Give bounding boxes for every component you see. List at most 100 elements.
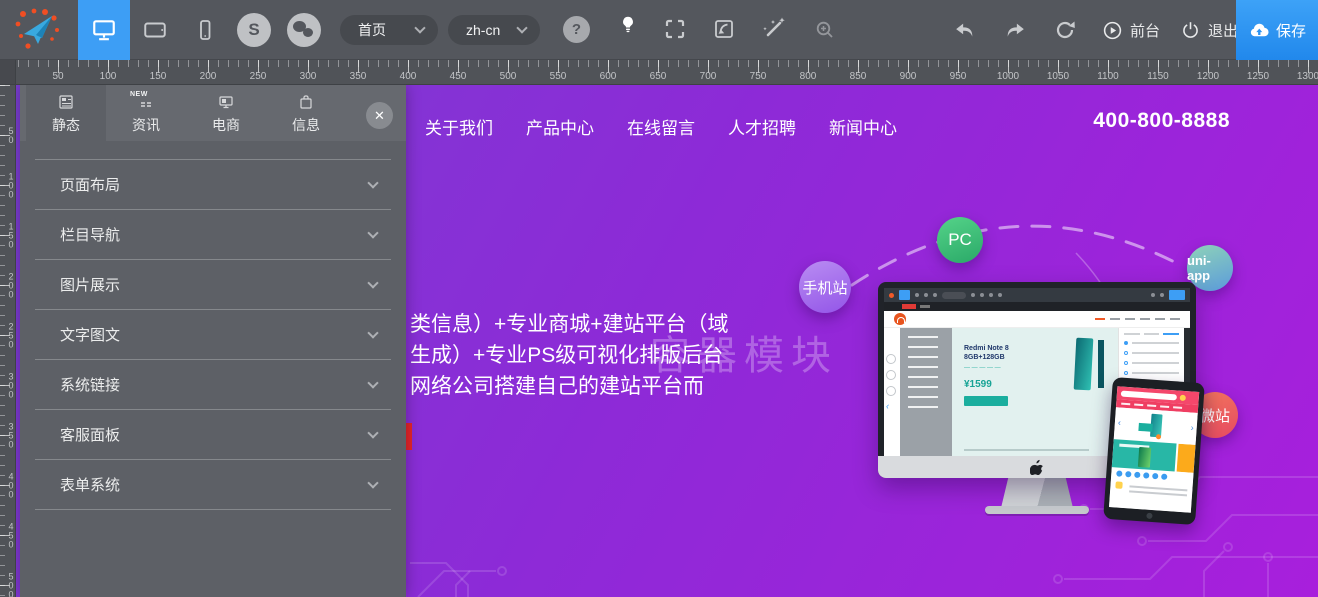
ruler-label: 1150 [1147, 71, 1169, 82]
tab-ecommerce[interactable]: 电商 [186, 85, 266, 141]
panel-section-row[interactable]: 页面布局 [35, 159, 391, 209]
tablet-footer [1109, 479, 1193, 513]
language-select-value: zh-cn [466, 22, 500, 38]
tab-label: 静态 [52, 115, 80, 135]
mini-editor-toolbar [884, 288, 1190, 302]
mini-product-area: Redmi Note 8 8GB+128GB — — — — — ¥1599 [952, 328, 1118, 456]
site-nav-item[interactable]: 人才招聘 [728, 114, 796, 139]
close-icon: ✕ [374, 108, 385, 124]
import-template-button[interactable] [712, 17, 736, 41]
vertical-ruler: 50100150200250300350400450500 [0, 85, 16, 597]
device-tablet-button[interactable] [130, 0, 180, 60]
panel-section-label: 系统链接 [60, 374, 120, 395]
panel-section-row[interactable]: 系统链接 [35, 359, 391, 409]
fullscreen-icon [663, 17, 687, 41]
chevron-down-icon [367, 327, 378, 338]
ruler-label: 950 [950, 71, 967, 82]
panel-section-row[interactable]: 文字图文 [35, 309, 391, 359]
wechat-icon [292, 19, 316, 41]
ruler-label: 450 [450, 71, 467, 82]
ruler-label: 1200 [1197, 71, 1219, 82]
mini-product-image [1074, 338, 1094, 391]
hidden-red-button[interactable] [406, 423, 412, 450]
play-circle-icon [1102, 20, 1123, 41]
panel-section-row[interactable]: 图片展示 [35, 259, 391, 309]
mini-save-button [1169, 290, 1185, 300]
horizontal-ruler: 0501001502002503003504004505005506006507… [0, 60, 1318, 85]
front-site-label: 前台 [1130, 20, 1160, 41]
magic-wand-button[interactable] [760, 15, 788, 43]
chevron-down-icon [367, 427, 378, 438]
ruler-label: 250 [6, 322, 16, 349]
site-body-text: 类信息）+专业商城+建站平台（域 生成）+专业PS级可视化排版后台 网络公司搭建… [410, 309, 729, 402]
redo-button[interactable] [1002, 19, 1028, 43]
mini-page-bar [884, 302, 1190, 311]
mini-site-logo [894, 313, 906, 325]
panel-close-button[interactable]: ✕ [366, 102, 393, 129]
tablet-orange-tile [1177, 444, 1196, 473]
power-icon [1180, 20, 1201, 41]
panel-tabs: 静态 资讯 NEW 电商 信息 [20, 85, 406, 153]
mini-buy-button [964, 396, 1008, 406]
ruler-label: 1250 [1247, 71, 1269, 82]
tips-button[interactable] [617, 13, 639, 37]
tab-label: 资讯 [132, 115, 160, 135]
mini-float-buttons: ‹ [886, 354, 896, 411]
device-phone-button[interactable] [180, 0, 230, 60]
app-logo [14, 8, 64, 52]
refresh-button[interactable] [1053, 18, 1077, 42]
ruler-label: 1050 [1047, 71, 1069, 82]
chevron-down-icon [367, 377, 378, 388]
ruler-label: 300 [300, 71, 317, 82]
ruler-label: 750 [750, 71, 767, 82]
save-label: 保存 [1276, 20, 1306, 41]
page-select-dropdown[interactable]: 首页 [340, 15, 438, 45]
ruler-label: 550 [550, 71, 567, 82]
save-button[interactable]: 保存 [1236, 0, 1318, 60]
panel-section-row[interactable]: 栏目导航 [35, 209, 391, 259]
ruler-label: 100 [100, 71, 117, 82]
ruler-label: 200 [200, 71, 217, 82]
modules-panel: 静态 资讯 NEW 电商 信息 [20, 85, 406, 597]
undo-button[interactable] [952, 19, 978, 43]
refresh-icon [1053, 18, 1077, 42]
miniprogram-icon: S [248, 20, 259, 40]
page-select-value: 首页 [358, 20, 386, 40]
panel-section-row[interactable]: 客服面板 [35, 409, 391, 459]
question-mark-icon: ? [572, 21, 581, 38]
tablet-banner [1112, 439, 1177, 471]
desktop-icon [91, 17, 117, 43]
ruler-corner [0, 60, 16, 85]
tab-news[interactable]: 资讯 NEW [106, 85, 186, 141]
ruler-label: 700 [700, 71, 717, 82]
wechat-button[interactable] [287, 13, 321, 47]
site-nav-item[interactable]: 在线留言 [627, 114, 695, 139]
panel-section-label: 栏目导航 [60, 224, 120, 245]
lightbulb-icon [617, 13, 639, 37]
tab-label: 信息 [292, 115, 320, 135]
panel-section-label: 表单系统 [60, 474, 120, 495]
tab-static[interactable]: 静态 [26, 85, 106, 153]
chevron-down-icon [367, 227, 378, 238]
zoom-button[interactable] [813, 18, 837, 42]
help-button[interactable]: ? [563, 16, 590, 43]
bubble-pc: PC [937, 217, 983, 263]
device-desktop-button[interactable] [78, 0, 130, 60]
panel-section-row[interactable]: 表单系统 [35, 459, 391, 509]
mini-logo [889, 293, 894, 298]
magnifier-plus-icon [813, 18, 837, 42]
miniprogram-button[interactable]: S [237, 13, 271, 47]
language-select-dropdown[interactable]: zh-cn [448, 15, 540, 45]
fullscreen-button[interactable] [663, 17, 687, 41]
mini-product-image [1098, 340, 1104, 388]
ruler-label: 150 [150, 71, 167, 82]
exit-button[interactable]: 退出 [1180, 0, 1238, 60]
front-site-button[interactable]: 前台 [1102, 0, 1160, 60]
tab-info[interactable]: 信息 [266, 85, 346, 141]
site-nav-item[interactable]: 产品中心 [526, 114, 594, 139]
ruler-label: 1300 [1297, 71, 1318, 82]
apple-logo-icon [1030, 459, 1044, 475]
site-nav-item[interactable]: 关于我们 [425, 114, 493, 139]
site-body-line: 网络公司搭建自己的建站平台而 [410, 371, 729, 402]
site-nav-item[interactable]: 新闻中心 [829, 114, 897, 139]
